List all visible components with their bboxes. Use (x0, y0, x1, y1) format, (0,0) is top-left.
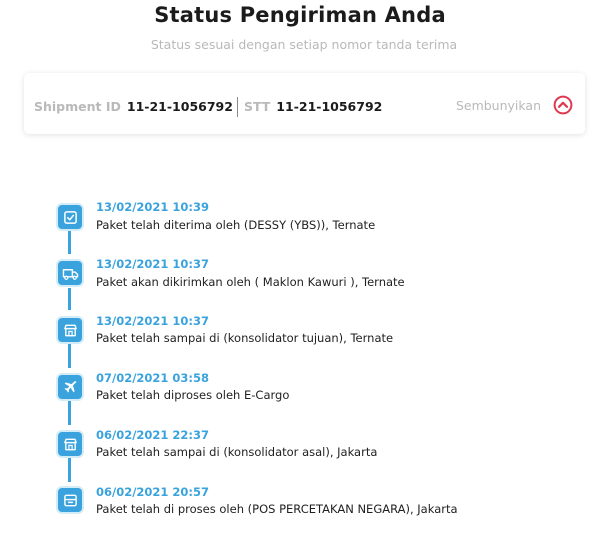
event-description: Paket akan dikirimkan oleh ( Maklon Kawu… (96, 275, 405, 289)
delivery-truck-icon (62, 268, 78, 280)
event-time: 07/02/2021 03:58 (96, 371, 210, 385)
package-box-icon (63, 494, 77, 506)
timeline-connector (68, 288, 71, 310)
event-description: Paket telah sampai di (konsolidator tuju… (96, 331, 394, 345)
airplane-icon (64, 380, 76, 393)
timeline-item-icon (56, 430, 84, 458)
timeline-connector (68, 344, 71, 368)
event-time: 13/02/2021 10:37 (96, 257, 210, 271)
timeline-connector (68, 231, 71, 254)
timeline-item-icon (56, 373, 84, 401)
checkbox-icon (63, 210, 77, 224)
event-description: Paket telah diproses oleh E-Cargo (96, 388, 290, 402)
event-time: 13/02/2021 10:37 (96, 314, 210, 328)
event-time: 06/02/2021 22:37 (96, 428, 210, 442)
timeline-item-icon (56, 486, 84, 514)
timeline-item-icon (56, 316, 84, 344)
timeline-connector (68, 401, 71, 425)
timeline-item-icon (56, 203, 84, 231)
timeline-connector (68, 458, 71, 482)
event-description: Paket telah diterima oleh (DESSY (YBS)),… (96, 218, 376, 232)
event-time: 13/02/2021 10:39 (96, 200, 210, 214)
event-description: Paket telah di proses oleh (POS PERCETAK… (96, 502, 458, 516)
store-icon (63, 438, 77, 450)
event-time: 06/02/2021 20:57 (96, 485, 210, 499)
tracking-timeline: 13/02/2021 10:39 Paket telah diterima ol… (0, 0, 600, 546)
event-description: Paket telah sampai di (konsolidator asal… (96, 445, 378, 459)
timeline-item-icon (56, 259, 84, 287)
store-icon (63, 324, 77, 336)
